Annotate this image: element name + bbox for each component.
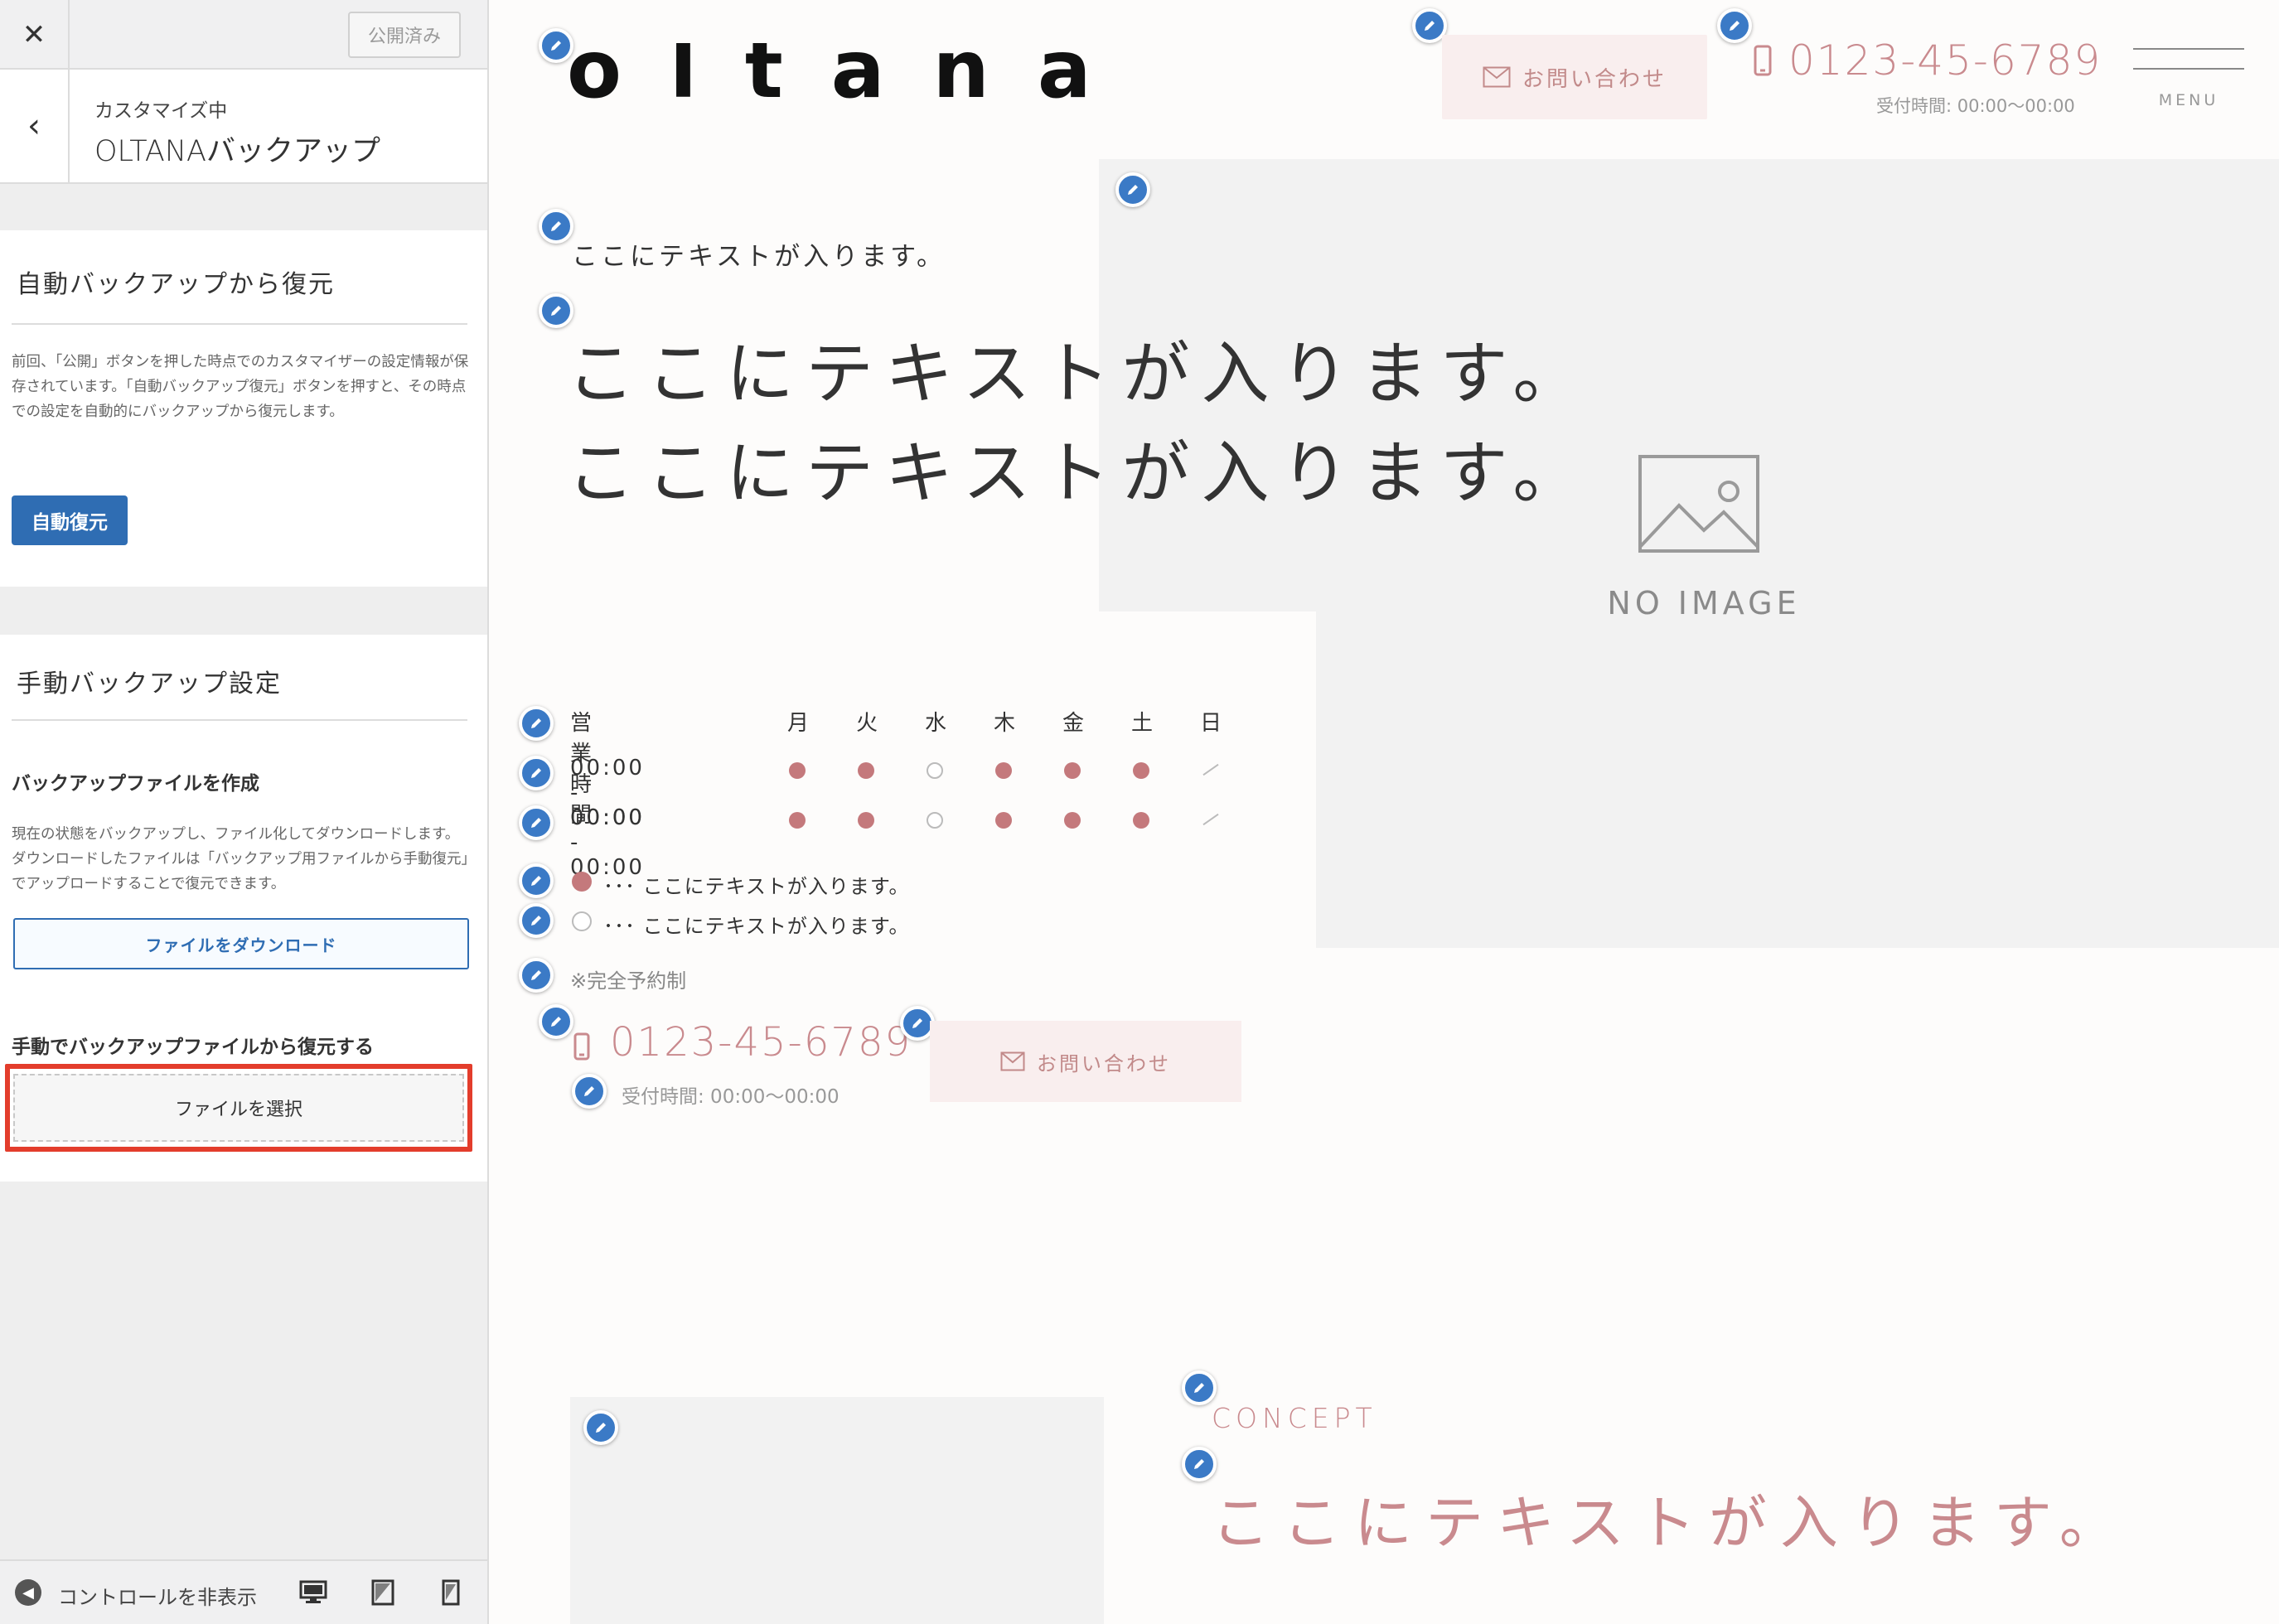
reception-hours-body: 受付時間: 00:00〜00:00 <box>622 1086 840 1108</box>
contact-button-body[interactable]: お問い合わせ <box>930 1021 1241 1102</box>
site-logo[interactable]: oltana <box>567 23 1106 116</box>
edit-pencil-icon[interactable] <box>1182 1370 1217 1405</box>
mobile-preview-icon[interactable] <box>434 1576 467 1609</box>
panel-header: ‹ カスタマイズ中 OLTANAバックアップ <box>0 70 487 184</box>
edit-pencil-icon[interactable] <box>539 1004 573 1039</box>
no-image-label: NO IMAGE <box>1607 585 1801 621</box>
closed-circle <box>927 762 943 779</box>
open-dot <box>858 762 874 779</box>
menu-button[interactable]: MENU <box>2133 46 2244 113</box>
open-dot <box>858 812 874 829</box>
auto-restore-title: 自動バックアップから復元 <box>17 270 335 299</box>
edit-pencil-icon[interactable] <box>519 805 554 840</box>
back-icon[interactable]: ‹ <box>0 70 70 182</box>
desktop-preview-icon[interactable] <box>297 1576 330 1609</box>
mail-icon <box>1000 1051 1025 1071</box>
day-header: 水 <box>925 711 947 736</box>
open-dot <box>789 762 806 779</box>
hero-subtext: ここにテキストが入ります。 <box>572 242 946 272</box>
open-dot <box>789 812 806 829</box>
concept-heading: ここにテキストが入ります。 <box>1212 1489 2131 1557</box>
edit-pencil-icon[interactable] <box>1717 8 1752 43</box>
edit-pencil-icon[interactable] <box>519 756 554 790</box>
edit-pencil-icon[interactable] <box>519 863 554 898</box>
hours-time: 00:00 - 00:00 <box>570 805 645 880</box>
publish-button[interactable]: 公開済み <box>348 12 461 58</box>
hero-heading-line: ここにテキストが入ります。 <box>567 434 1593 513</box>
open-dot <box>1133 812 1149 829</box>
file-select-button[interactable]: ファイルを選択 <box>13 1074 464 1142</box>
edit-pencil-icon[interactable] <box>539 209 573 244</box>
contact-button-label: お問い合わせ <box>1037 1051 1171 1075</box>
legend-closed-circle <box>572 911 592 931</box>
hamburger-icon <box>2133 46 2244 71</box>
divider <box>12 323 467 325</box>
concept-label: CONCEPT <box>1212 1402 1377 1434</box>
legend-open-text: ･･･ ここにテキストが入ります。 <box>603 875 910 898</box>
close-icon[interactable]: ✕ <box>0 0 70 70</box>
legend-open-dot <box>572 872 592 892</box>
open-dot <box>1064 812 1081 829</box>
open-dot <box>995 812 1012 829</box>
customizer-sidebar: ✕ 公開済み ‹ カスタマイズ中 OLTANAバックアップ 自動バックアップから… <box>0 0 489 1624</box>
customizer-footer: ◀ コントロールを非表示 <box>0 1559 487 1624</box>
hide-controls-button[interactable]: コントロールを非表示 <box>58 1581 257 1610</box>
edit-pencil-icon[interactable] <box>583 1410 618 1445</box>
edit-pencil-icon[interactable] <box>1115 172 1150 207</box>
phone-icon <box>573 1032 590 1064</box>
open-dot <box>1133 762 1149 779</box>
contact-button-header[interactable]: お問い合わせ <box>1442 35 1707 119</box>
day-header: 月 <box>787 711 810 736</box>
customizer-topbar: ✕ 公開済み <box>0 0 487 70</box>
phone-number-body[interactable]: 0123-45-6789 <box>610 1019 912 1066</box>
day-header: 土 <box>1131 711 1154 736</box>
edit-pencil-icon[interactable] <box>519 706 554 741</box>
contact-button-label: お問い合わせ <box>1522 66 1667 92</box>
auto-restore-description: 前回、「公開」ボタンを押した時点でのカスタマイザーの設定情報が保存されています。… <box>12 354 469 420</box>
download-file-button[interactable]: ファイルをダウンロード <box>13 918 469 969</box>
divider <box>12 719 467 721</box>
open-dot <box>995 762 1012 779</box>
hero-image-placeholder-lower <box>1316 611 2279 948</box>
day-header: 火 <box>856 711 878 736</box>
customizing-label: カスタマイズ中 <box>94 100 228 122</box>
concept-image-placeholder <box>570 1397 1104 1624</box>
phone-icon <box>1754 45 1772 76</box>
day-header: 木 <box>994 711 1016 736</box>
edit-pencil-icon[interactable] <box>572 1074 607 1109</box>
auto-restore-button[interactable]: 自動復元 <box>12 495 128 545</box>
legend-closed-text: ･･･ ここにテキストが入ります。 <box>603 915 910 938</box>
menu-label: MENU <box>2158 91 2219 109</box>
collapse-icon[interactable]: ◀ <box>15 1579 41 1606</box>
closed-circle <box>927 812 943 829</box>
tablet-preview-icon[interactable] <box>366 1576 399 1609</box>
mail-icon <box>1483 66 1511 88</box>
reservation-note: ※完全予約制 <box>570 969 687 993</box>
open-dot <box>1064 762 1081 779</box>
manual-backup-title: 手動バックアップ設定 <box>17 669 282 698</box>
edit-pencil-icon[interactable] <box>519 958 554 993</box>
panel-title: OLTANAバックアップ <box>94 135 380 168</box>
day-header: 金 <box>1062 711 1085 736</box>
reception-hours-header: 受付時間: 00:00〜00:00 <box>1876 96 2075 116</box>
day-header: 日 <box>1200 711 1222 736</box>
hero-heading-line: ここにテキストが入ります。 <box>567 335 1593 413</box>
create-backup-description: 現在の状態をバックアップし、ファイル化してダウンロードします。ダウンロードしたフ… <box>12 826 469 892</box>
create-backup-label: バックアップファイルを作成 <box>12 773 259 795</box>
manual-restore-label: 手動でバックアップファイルから復元する <box>12 1037 374 1058</box>
image-placeholder-icon <box>1638 454 1760 553</box>
edit-pencil-icon[interactable] <box>519 903 554 938</box>
auto-restore-section: 自動バックアップから復元 前回、「公開」ボタンを押した時点でのカスタマイザーの設… <box>0 230 487 587</box>
site-logo-text: oltana <box>567 43 1106 101</box>
no-service-slash <box>1202 813 1219 826</box>
phone-number-text: 0123-45-6789 <box>1788 36 2102 85</box>
site-preview: NO IMAGE oltana お問い合わせ 0123-45-6789 受付時間… <box>491 0 2279 1624</box>
no-service-slash <box>1202 763 1219 776</box>
phone-number-header[interactable]: 0123-45-6789 <box>1754 36 2102 85</box>
